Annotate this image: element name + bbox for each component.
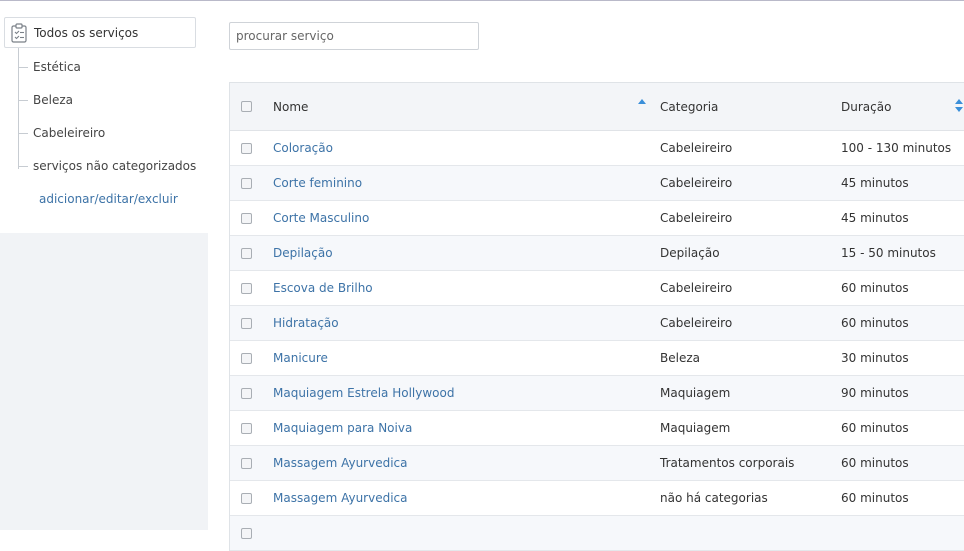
service-duration: 90 minutos <box>841 386 909 400</box>
table-row[interactable]: Depilação Depilação 15 - 50 minutos <box>230 236 964 271</box>
service-name-link[interactable]: Escova de Brilho <box>273 281 373 295</box>
column-header-label: Duração <box>841 99 892 114</box>
service-duration: 60 minutos <box>841 421 909 435</box>
table-row[interactable] <box>230 516 964 551</box>
row-checkbox[interactable] <box>241 142 252 154</box>
service-category: Cabeleireiro <box>660 176 733 190</box>
table-row[interactable]: Manicure Beleza 30 minutos <box>230 341 964 376</box>
service-name-link[interactable]: Maquiagem Estrela Hollywood <box>273 386 454 400</box>
sort-ascending-icon[interactable] <box>638 99 646 104</box>
service-duration: 15 - 50 minutos <box>841 246 936 260</box>
service-duration: 100 - 130 minutos <box>841 141 952 155</box>
services-table: Nome Categoria Duração Coloração Cabelei… <box>229 82 964 551</box>
row-checkbox[interactable] <box>241 247 252 259</box>
sort-toggle-icon[interactable] <box>955 99 963 113</box>
sidebar-category-panel: Todos os serviços Estética Beleza Cabele… <box>0 1 208 233</box>
table-row[interactable]: Massagem Ayurvedica Tratamentos corporai… <box>230 446 964 481</box>
table-row[interactable]: Coloração Cabeleireiro 100 - 130 minutos <box>230 131 964 166</box>
table-row[interactable]: Maquiagem para Noiva Maquiagem 60 minuto… <box>230 411 964 446</box>
all-services-label: Todos os serviços <box>34 25 139 40</box>
service-duration: 60 minutos <box>841 491 909 505</box>
column-header-duration[interactable]: Duração <box>841 83 891 130</box>
row-checkbox[interactable] <box>241 212 252 224</box>
row-checkbox[interactable] <box>241 492 252 504</box>
service-category: Maquiagem <box>660 421 731 435</box>
table-row[interactable]: Corte feminino Cabeleireiro 45 minutos <box>230 166 964 201</box>
table-row[interactable]: Escova de Brilho Cabeleireiro 60 minutos <box>230 271 964 306</box>
service-name-link[interactable]: Massagem Ayurvedica <box>273 491 408 505</box>
column-header-label: Nome <box>273 99 309 114</box>
service-name-link[interactable]: Corte Masculino <box>273 211 369 225</box>
edit-categories-link[interactable]: adicionar/editar/excluir <box>39 192 178 206</box>
service-name-link[interactable]: Depilação <box>273 246 333 260</box>
sidebar-item-label: serviços não categorizados <box>33 159 197 173</box>
service-category: não há categorias <box>660 491 768 505</box>
sidebar-item-estetica[interactable]: Estética <box>18 57 81 77</box>
sidebar: Todos os serviços Estética Beleza Cabele… <box>0 1 208 530</box>
service-category: Maquiagem <box>660 386 731 400</box>
all-services-button[interactable]: Todos os serviços <box>4 17 196 48</box>
sidebar-item-label: Estética <box>33 60 81 74</box>
row-checkbox[interactable] <box>241 457 252 469</box>
sidebar-item-label: Cabeleireiro <box>33 126 106 140</box>
sidebar-item-uncategorized[interactable]: serviços não categorizados <box>18 156 196 176</box>
table-row[interactable]: Maquiagem Estrela Hollywood Maquiagem 90… <box>230 376 964 411</box>
service-category: Cabeleireiro <box>660 141 733 155</box>
service-duration: 60 minutos <box>841 316 909 330</box>
select-all-checkbox[interactable] <box>241 101 252 112</box>
service-duration: 45 minutos <box>841 211 909 225</box>
service-category: Cabeleireiro <box>660 281 733 295</box>
service-category: Beleza <box>660 351 700 365</box>
row-checkbox[interactable] <box>241 422 252 434</box>
service-duration: 45 minutos <box>841 176 909 190</box>
service-category: Tratamentos corporais <box>660 456 795 470</box>
clipboard-icon <box>11 22 27 43</box>
service-category: Cabeleireiro <box>660 211 733 225</box>
service-duration: 60 minutos <box>841 281 909 295</box>
service-name-link[interactable]: Hidratação <box>273 316 339 330</box>
sidebar-item-label: Beleza <box>33 93 73 107</box>
table-row[interactable]: Hidratação Cabeleireiro 60 minutos <box>230 306 964 341</box>
table-row[interactable]: Corte Masculino Cabeleireiro 45 minutos <box>230 201 964 236</box>
service-name-link[interactable]: Corte feminino <box>273 176 362 190</box>
service-name-link[interactable]: Manicure <box>273 351 328 365</box>
row-checkbox[interactable] <box>241 317 252 329</box>
service-category: Depilação <box>660 246 720 260</box>
column-header-label: Categoria <box>660 99 719 114</box>
column-header-name[interactable]: Nome <box>273 83 308 130</box>
search-input[interactable] <box>229 22 479 50</box>
table-row[interactable]: Massagem Ayurvedica não há categorias 60… <box>230 481 964 516</box>
column-header-category[interactable]: Categoria <box>660 83 718 130</box>
row-checkbox[interactable] <box>241 177 252 189</box>
service-duration: 30 minutos <box>841 351 909 365</box>
row-checkbox[interactable] <box>241 352 252 364</box>
row-checkbox[interactable] <box>241 282 252 294</box>
service-name-link[interactable]: Massagem Ayurvedica <box>273 456 408 470</box>
service-duration: 60 minutos <box>841 456 909 470</box>
service-name-link[interactable]: Maquiagem para Noiva <box>273 421 412 435</box>
service-name-link[interactable]: Coloração <box>273 141 333 155</box>
service-category: Cabeleireiro <box>660 316 733 330</box>
sidebar-item-cabeleireiro[interactable]: Cabeleireiro <box>18 123 105 143</box>
row-checkbox[interactable] <box>241 387 252 399</box>
table-header: Nome Categoria Duração <box>230 83 964 131</box>
row-checkbox[interactable] <box>241 527 252 539</box>
sidebar-item-beleza[interactable]: Beleza <box>18 90 73 110</box>
